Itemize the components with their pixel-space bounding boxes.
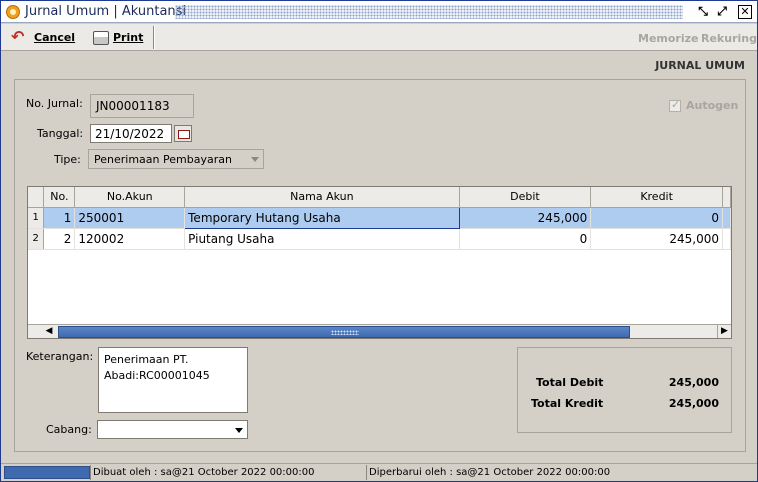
cell-nama-akun[interactable]: Temporary Hutang Usaha (184, 206, 460, 229)
grid-header-filler (722, 187, 731, 208)
cell-no-akun[interactable]: 120002 (74, 228, 186, 250)
status-progress (4, 466, 90, 479)
total-debit-label: Total Debit (536, 376, 604, 389)
status-created: Dibuat oleh : sa@21 October 2022 00:00:0… (90, 465, 366, 480)
status-updated: Diperbarui oleh : sa@21 October 2022 00:… (366, 465, 755, 480)
autogen-label: Autogen (686, 99, 739, 112)
cell-no[interactable]: 2 (43, 228, 76, 250)
window-title: Jurnal Umum | Akuntansi (25, 4, 187, 19)
scroll-right-icon[interactable]: ▶ (717, 325, 731, 338)
autogen-checkbox[interactable]: Autogen (669, 98, 739, 112)
status-bar: Dibuat oleh : sa@21 October 2022 00:00:0… (1, 463, 757, 481)
printer-icon (93, 30, 109, 45)
scroll-left-icon[interactable]: ◀ (42, 325, 56, 338)
total-debit-value: 245,000 (668, 376, 719, 389)
grid-corner (28, 187, 45, 208)
cell-no-akun[interactable]: 250001 (74, 207, 186, 229)
calendar-icon[interactable] (174, 125, 192, 142)
column-header-no-akun[interactable]: No.Akun (74, 187, 186, 208)
table-row[interactable]: 2 2 120002 Piutang Usaha 0 245,000 (28, 228, 731, 250)
close-icon[interactable]: ✕ (738, 5, 752, 19)
title-bar[interactable]: Jurnal Umum | Akuntansi ⤡ ⤢ ✕ (1, 1, 757, 23)
cell-debit[interactable]: 0 (459, 228, 592, 250)
column-header-no[interactable]: No. (43, 187, 76, 208)
table-row[interactable]: 1 1 250001 Temporary Hutang Usaha 245,00… (28, 206, 731, 229)
horizontal-scrollbar[interactable]: ◀ ▶ (28, 324, 731, 338)
title-bar-pattern (175, 5, 683, 19)
cabang-label: Cabang: (46, 423, 92, 436)
no-jurnal-field[interactable]: JN00001183 (90, 94, 194, 118)
keterangan-field[interactable]: Penerimaan PT. Abadi:RC00001045 (98, 347, 248, 413)
keterangan-label: Keterangan: (26, 350, 94, 363)
tipe-label: Tipe: (54, 153, 81, 166)
memorize-button[interactable]: Memorize (638, 32, 698, 45)
maximize-icon[interactable]: ⤢ (714, 4, 730, 19)
toolbar: Cancel Print Memorize Rekuring (1, 24, 757, 51)
cell-no[interactable]: 1 (43, 207, 76, 229)
no-jurnal-label: No. Jurnal: (26, 97, 83, 110)
scrollbar-thumb[interactable] (58, 326, 630, 338)
column-header-debit[interactable]: Debit (459, 187, 592, 208)
cancel-label: Cancel (34, 31, 76, 44)
total-kredit-label: Total Kredit (531, 397, 604, 410)
cancel-button[interactable]: Cancel (11, 27, 75, 48)
row-index[interactable]: 1 (28, 207, 45, 229)
tipe-value: Penerimaan Pembayaran (94, 153, 232, 166)
column-header-nama-akun[interactable]: Nama Akun (184, 187, 460, 208)
grip-icon (331, 330, 359, 335)
cabang-select[interactable] (97, 420, 248, 439)
row-index[interactable]: 2 (28, 228, 45, 250)
cell-nama-akun[interactable]: Piutang Usaha (184, 228, 460, 250)
total-kredit-value: 245,000 (668, 397, 719, 410)
print-button[interactable]: Print (93, 27, 143, 48)
grid-header-row: No. No.Akun Nama Akun Debit Kredit (28, 187, 731, 208)
checkbox-icon (669, 98, 681, 112)
minimize-restore-icon[interactable]: ⤡ (695, 4, 711, 19)
tanggal-field[interactable]: 21/10/2022 (90, 124, 172, 143)
column-header-kredit[interactable]: Kredit (590, 187, 723, 208)
journal-grid[interactable]: No. No.Akun Nama Akun Debit Kredit 1 1 2… (27, 186, 732, 339)
cell-debit[interactable]: 245,000 (459, 207, 592, 229)
toolbar-divider (153, 26, 155, 49)
cell-filler (722, 228, 731, 250)
rekuring-button[interactable]: Rekuring (701, 32, 757, 45)
cell-filler (722, 207, 731, 229)
page-title: JURNAL UMUM (655, 59, 745, 72)
print-label: Print (113, 31, 144, 44)
undo-arrow-icon (11, 27, 29, 46)
chevron-down-icon (251, 157, 259, 162)
totals-panel: Total Debit 245,000 Total Kredit 245,000 (517, 347, 732, 433)
journal-window: Jurnal Umum | Akuntansi ⤡ ⤢ ✕ Cancel Pri… (0, 0, 758, 482)
cell-kredit[interactable]: 245,000 (590, 228, 723, 250)
app-logo-icon (6, 5, 20, 19)
tanggal-label: Tanggal: (37, 127, 84, 140)
chevron-down-icon (235, 428, 243, 433)
cell-kredit[interactable]: 0 (590, 207, 723, 229)
tipe-select[interactable]: Penerimaan Pembayaran (88, 149, 264, 169)
